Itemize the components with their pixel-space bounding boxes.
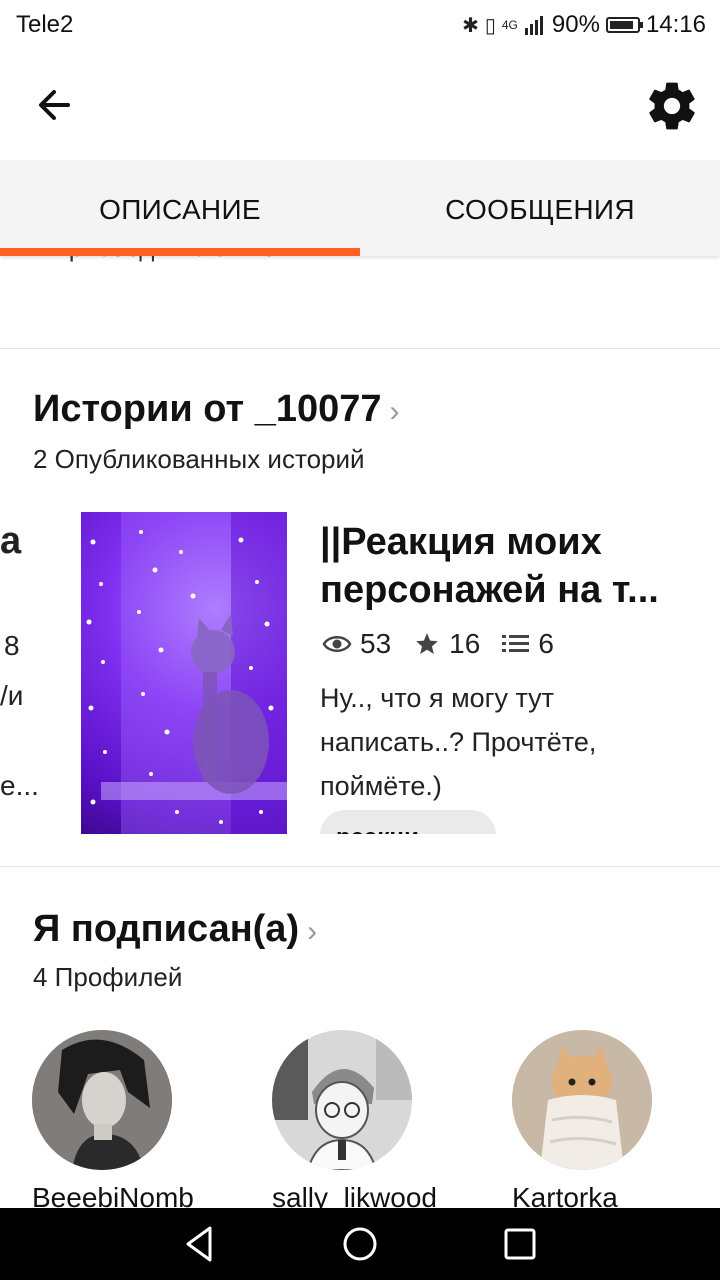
square-recents-icon <box>504 1228 536 1260</box>
active-tab-indicator <box>0 248 360 256</box>
star-icon <box>416 633 438 654</box>
battery-percent: 90% <box>551 11 600 38</box>
votes-count: 16 <box>449 628 481 659</box>
status-bar: Tele2 ✱ ▯ 4G 90% 14:16 <box>0 0 720 50</box>
cat-window-illustration <box>86 512 287 834</box>
signal-icon <box>524 16 543 35</box>
prev-story-title-fragment: а <box>0 520 22 562</box>
tab-messages[interactable]: СООБЩЕНИЯ <box>360 160 720 256</box>
back-button[interactable] <box>28 80 84 130</box>
story-stats: 53 16 6 <box>322 628 576 660</box>
story-cover-image[interactable] <box>81 512 287 834</box>
following-count: 4 Профилей <box>33 962 183 992</box>
parts-stat: 6 <box>502 628 554 660</box>
clock: 14:16 <box>645 11 706 38</box>
story-tag-label: реакци... <box>320 810 496 834</box>
votes-stat: 16 <box>413 628 480 660</box>
avatar-image <box>272 1030 412 1170</box>
settings-button[interactable] <box>644 78 700 134</box>
prev-story-desc-fragment-1: /и <box>0 680 24 711</box>
avatar-image <box>512 1030 652 1170</box>
following-title: Я подписан(а) <box>33 908 300 950</box>
system-nav-bar <box>0 1208 720 1280</box>
divider <box>0 348 720 349</box>
prev-story-desc-fragment-3: е... <box>0 770 39 801</box>
previous-story-card[interactable]: а 8 /и е... <box>0 516 40 836</box>
story-description: Ну.., что я могу тут написать..? Прочтёт… <box>320 683 597 801</box>
profile-tabs: ОПИСАНИЕ СООБЩЕНИЯ <box>0 160 720 256</box>
views-count: 53 <box>360 628 392 659</box>
story-title[interactable]: ||Реакция моих персонажей на т... <box>320 518 700 614</box>
parts-count: 6 <box>538 628 554 659</box>
story-tag[interactable]: реакци... <box>320 810 496 834</box>
circle-home-icon <box>343 1227 377 1261</box>
chevron-right-icon: › <box>389 395 400 428</box>
nav-recents-button[interactable] <box>498 1222 542 1266</box>
avatar[interactable] <box>272 1030 412 1170</box>
stories-count: 2 Опубликованных историй <box>33 444 365 474</box>
triangle-back-icon <box>186 1226 212 1262</box>
battery-icon <box>605 17 643 33</box>
avatar-image <box>32 1030 172 1170</box>
avatar[interactable] <box>512 1030 652 1170</box>
nav-home-button[interactable] <box>338 1222 382 1266</box>
network-type-label: 4G <box>501 18 518 32</box>
gear-icon <box>649 82 695 130</box>
prev-story-stat-fragment: 8 <box>4 630 20 661</box>
stories-section-header[interactable]: Истории от _10077 › <box>33 388 400 431</box>
bluetooth-icon: ✱ <box>462 14 479 37</box>
app-bar <box>0 50 720 160</box>
chevron-right-icon: › <box>307 915 318 948</box>
list-icon <box>502 635 530 652</box>
divider <box>0 866 720 867</box>
eye-icon <box>322 636 352 652</box>
vibrate-icon: ▯ <box>484 14 496 37</box>
avatar[interactable] <box>32 1030 172 1170</box>
views-stat: 53 <box>322 628 391 660</box>
tab-description[interactable]: ОПИСАНИЕ <box>0 160 360 256</box>
stories-title: Истории от _10077 <box>33 388 382 430</box>
nav-back-button[interactable] <box>178 1222 222 1266</box>
arrow-back-icon <box>39 90 70 120</box>
following-section-header[interactable]: Я подписан(а) › <box>33 908 317 951</box>
carrier-label: Tele2 <box>16 11 74 38</box>
